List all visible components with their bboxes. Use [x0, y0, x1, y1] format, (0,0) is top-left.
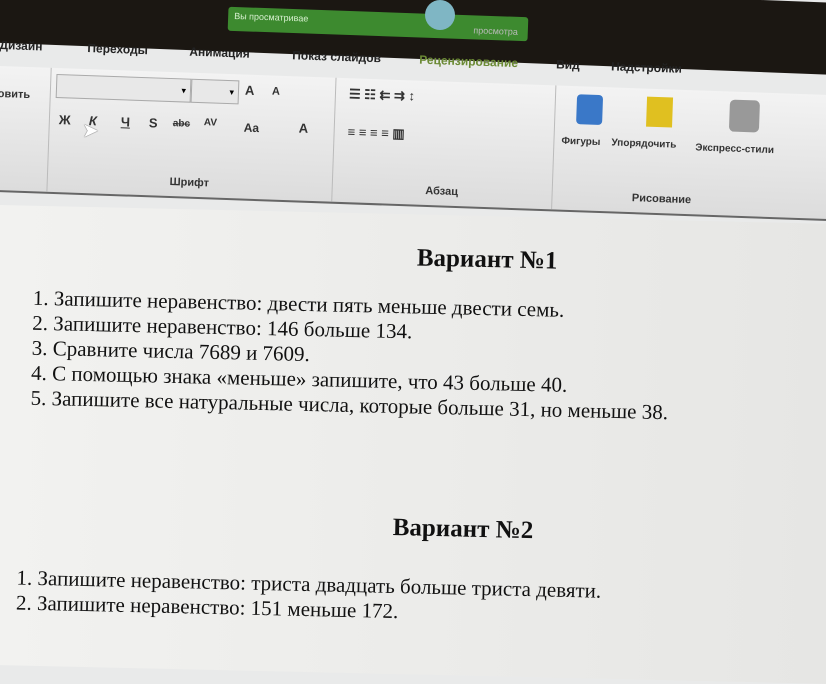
quick-styles-button[interactable]: Экспресс-стили — [695, 142, 774, 156]
paragraph-group-label: Абзац — [425, 184, 459, 199]
ribbon: Дизайн Переходы Анимация Показ слайдов Р… — [0, 30, 826, 230]
restore-button[interactable]: овить — [0, 88, 30, 101]
tab-review[interactable]: Рецензирование — [419, 53, 518, 70]
bold-button[interactable]: Ж — [59, 112, 71, 127]
tab-animation[interactable]: Анимация — [189, 45, 250, 61]
underline-button[interactable]: Ч — [121, 114, 131, 129]
font-size-select[interactable]: ▾ — [190, 78, 240, 105]
font-name-select[interactable]: ▾ — [55, 73, 192, 103]
grow-font-button[interactable]: A — [245, 83, 255, 98]
spacing-button[interactable]: AV — [204, 117, 218, 128]
font-group-label: Шрифт — [169, 176, 210, 190]
shapes-icon — [576, 94, 604, 126]
notification-text: Вы просматривае — [234, 10, 309, 24]
arrange-button[interactable]: Упорядочить — [611, 137, 676, 150]
notification-text-right: просмотра — [473, 25, 518, 37]
slide-document: Вариант №1 Запишите неравенство: двести … — [0, 205, 826, 684]
variant1-title: Вариант №1 — [416, 244, 558, 275]
pin-icon — [425, 0, 455, 30]
shadow-button[interactable]: S — [149, 115, 158, 130]
font-color-button[interactable]: A — [299, 120, 309, 135]
strikethrough-button[interactable]: abc — [173, 118, 191, 130]
tab-view[interactable]: Вид — [556, 57, 580, 72]
paragraph-group: ☰ ☷ ⇇ ⇉ ↕ ≡ ≡ ≡ ≡ ▥ Абзац — [331, 77, 557, 210]
align-icon[interactable]: ≡ ≡ ≡ ≡ ▥ — [347, 124, 405, 142]
ribbon-panel: овить ▾ ▾ A A Ж К Ч S abc AV Aa A Шрифт … — [0, 65, 826, 222]
tab-design[interactable]: Дизайн — [0, 38, 43, 53]
tab-transitions[interactable]: Переходы — [87, 41, 148, 57]
mouse-cursor-icon: ➤ — [82, 120, 99, 142]
variant2-list: Запишите неравенство: триста двадцать бо… — [0, 565, 602, 629]
shapes-button[interactable]: Фигуры — [561, 136, 600, 148]
variant1-list: Запишите неравенство: двести пять меньше… — [0, 285, 671, 425]
variant2-title: Вариант №2 — [392, 513, 534, 545]
change-case-button[interactable]: Aa — [243, 121, 259, 136]
drawing-group-label: Рисование — [631, 192, 692, 207]
shrink-font-button[interactable]: A — [272, 86, 280, 98]
tab-slideshow[interactable]: Показ слайдов — [292, 48, 381, 65]
tab-addins[interactable]: Надстройки — [611, 59, 682, 75]
arrange-icon — [646, 96, 674, 128]
clipboard-group: овить — [0, 65, 52, 192]
quick-styles-icon — [728, 99, 761, 133]
bullets-icon[interactable]: ☰ ☷ ⇇ ⇉ ↕ — [349, 86, 416, 104]
drawing-group: Фигуры Упорядочить Экспресс-стили Рисова… — [551, 85, 815, 218]
